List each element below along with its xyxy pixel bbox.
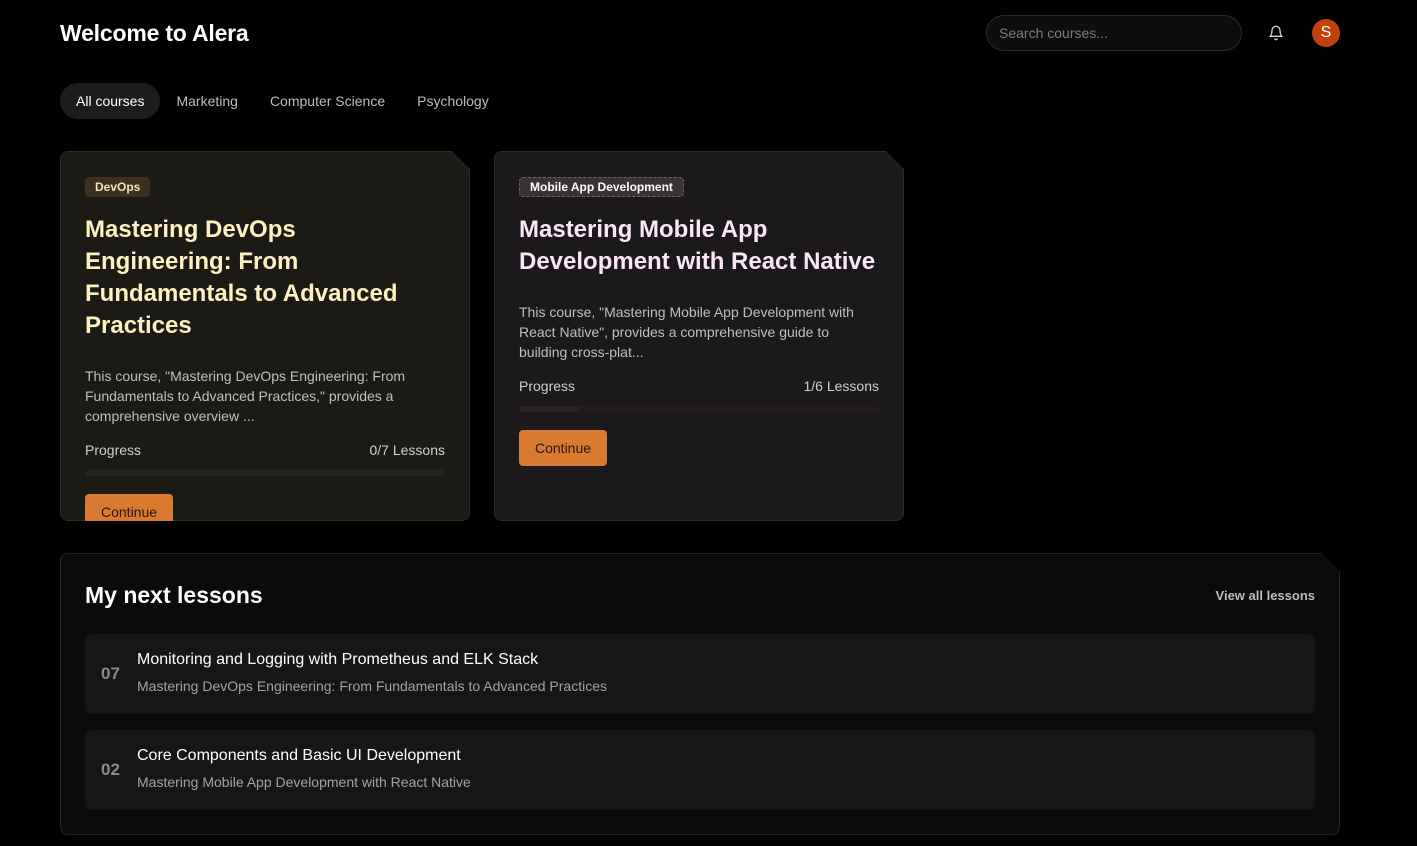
lesson-text: Monitoring and Logging with Prometheus a…: [137, 655, 607, 694]
avatar[interactable]: S: [1312, 19, 1340, 47]
card-corner: [885, 152, 903, 170]
tab-computer-science[interactable]: Computer Science: [254, 83, 401, 119]
card-corner: [451, 152, 469, 170]
lesson-item[interactable]: 02 Core Components and Basic UI Developm…: [85, 730, 1315, 810]
continue-button[interactable]: Continue: [519, 430, 607, 466]
header-actions: S: [986, 15, 1340, 51]
page-title: Welcome to Alera: [60, 19, 249, 46]
search-input[interactable]: [986, 15, 1242, 51]
course-description: This course, "Mastering Mobile App Devel…: [519, 304, 854, 360]
tab-all-courses[interactable]: All courses: [60, 83, 161, 119]
header: Welcome to Alera S: [60, 0, 1340, 66]
course-card-mobile[interactable]: Mobile App Development Mastering Mobile …: [494, 151, 904, 521]
notifications-button[interactable]: [1264, 21, 1288, 45]
category-badge: DevOps: [85, 177, 150, 197]
view-all-lessons-link[interactable]: View all lessons: [1216, 588, 1315, 603]
tab-marketing[interactable]: Marketing: [160, 83, 253, 119]
progress-bar: [85, 470, 445, 476]
lesson-number: 02: [101, 760, 120, 779]
lesson-text: Core Components and Basic UI Development…: [137, 751, 471, 790]
lessons-count: 1/6 Lessons: [803, 378, 879, 394]
lesson-item[interactable]: 07 Monitoring and Logging with Prometheu…: [85, 634, 1315, 714]
next-lessons-title: My next lessons: [85, 581, 263, 608]
progress-fill: [519, 406, 579, 412]
tab-psychology[interactable]: Psychology: [401, 83, 505, 119]
progress-row: Progress 0/7 Lessons: [85, 442, 445, 458]
next-lessons-panel: My next lessons View all lessons 07 Moni…: [60, 553, 1340, 835]
progress-bar: [519, 406, 879, 412]
continue-button[interactable]: Continue: [85, 494, 173, 530]
course-title: Mastering Mobile App Development with Re…: [519, 216, 876, 275]
lesson-number: 07: [101, 664, 120, 683]
progress-label: Progress: [519, 378, 576, 394]
lesson-list: 07 Monitoring and Logging with Prometheu…: [85, 634, 1315, 810]
lesson-course: Mastering Mobile App Development with Re…: [137, 773, 471, 790]
lesson-course: Mastering DevOps Engineering: From Funda…: [137, 677, 608, 694]
progress-label: Progress: [85, 442, 142, 458]
next-lessons-header: My next lessons View all lessons: [85, 578, 1315, 612]
lesson-title: Monitoring and Logging with Prometheus a…: [137, 650, 539, 668]
category-tabs: All courses Marketing Computer Science P…: [60, 83, 505, 119]
lesson-title: Core Components and Basic UI Development: [137, 746, 461, 764]
bell-icon: [1269, 25, 1283, 41]
course-description: This course, "Mastering DevOps Engineeri…: [85, 368, 406, 424]
course-cards: DevOps Mastering DevOps Engineering: Fro…: [60, 151, 904, 521]
course-title: Mastering DevOps Engineering: From Funda…: [85, 216, 398, 339]
progress-row: Progress 1/6 Lessons: [519, 378, 879, 394]
lessons-count: 0/7 Lessons: [369, 442, 445, 458]
course-card-devops[interactable]: DevOps Mastering DevOps Engineering: Fro…: [60, 151, 470, 521]
category-badge: Mobile App Development: [519, 177, 684, 197]
page: Welcome to Alera S All courses Marketing…: [0, 0, 1417, 846]
